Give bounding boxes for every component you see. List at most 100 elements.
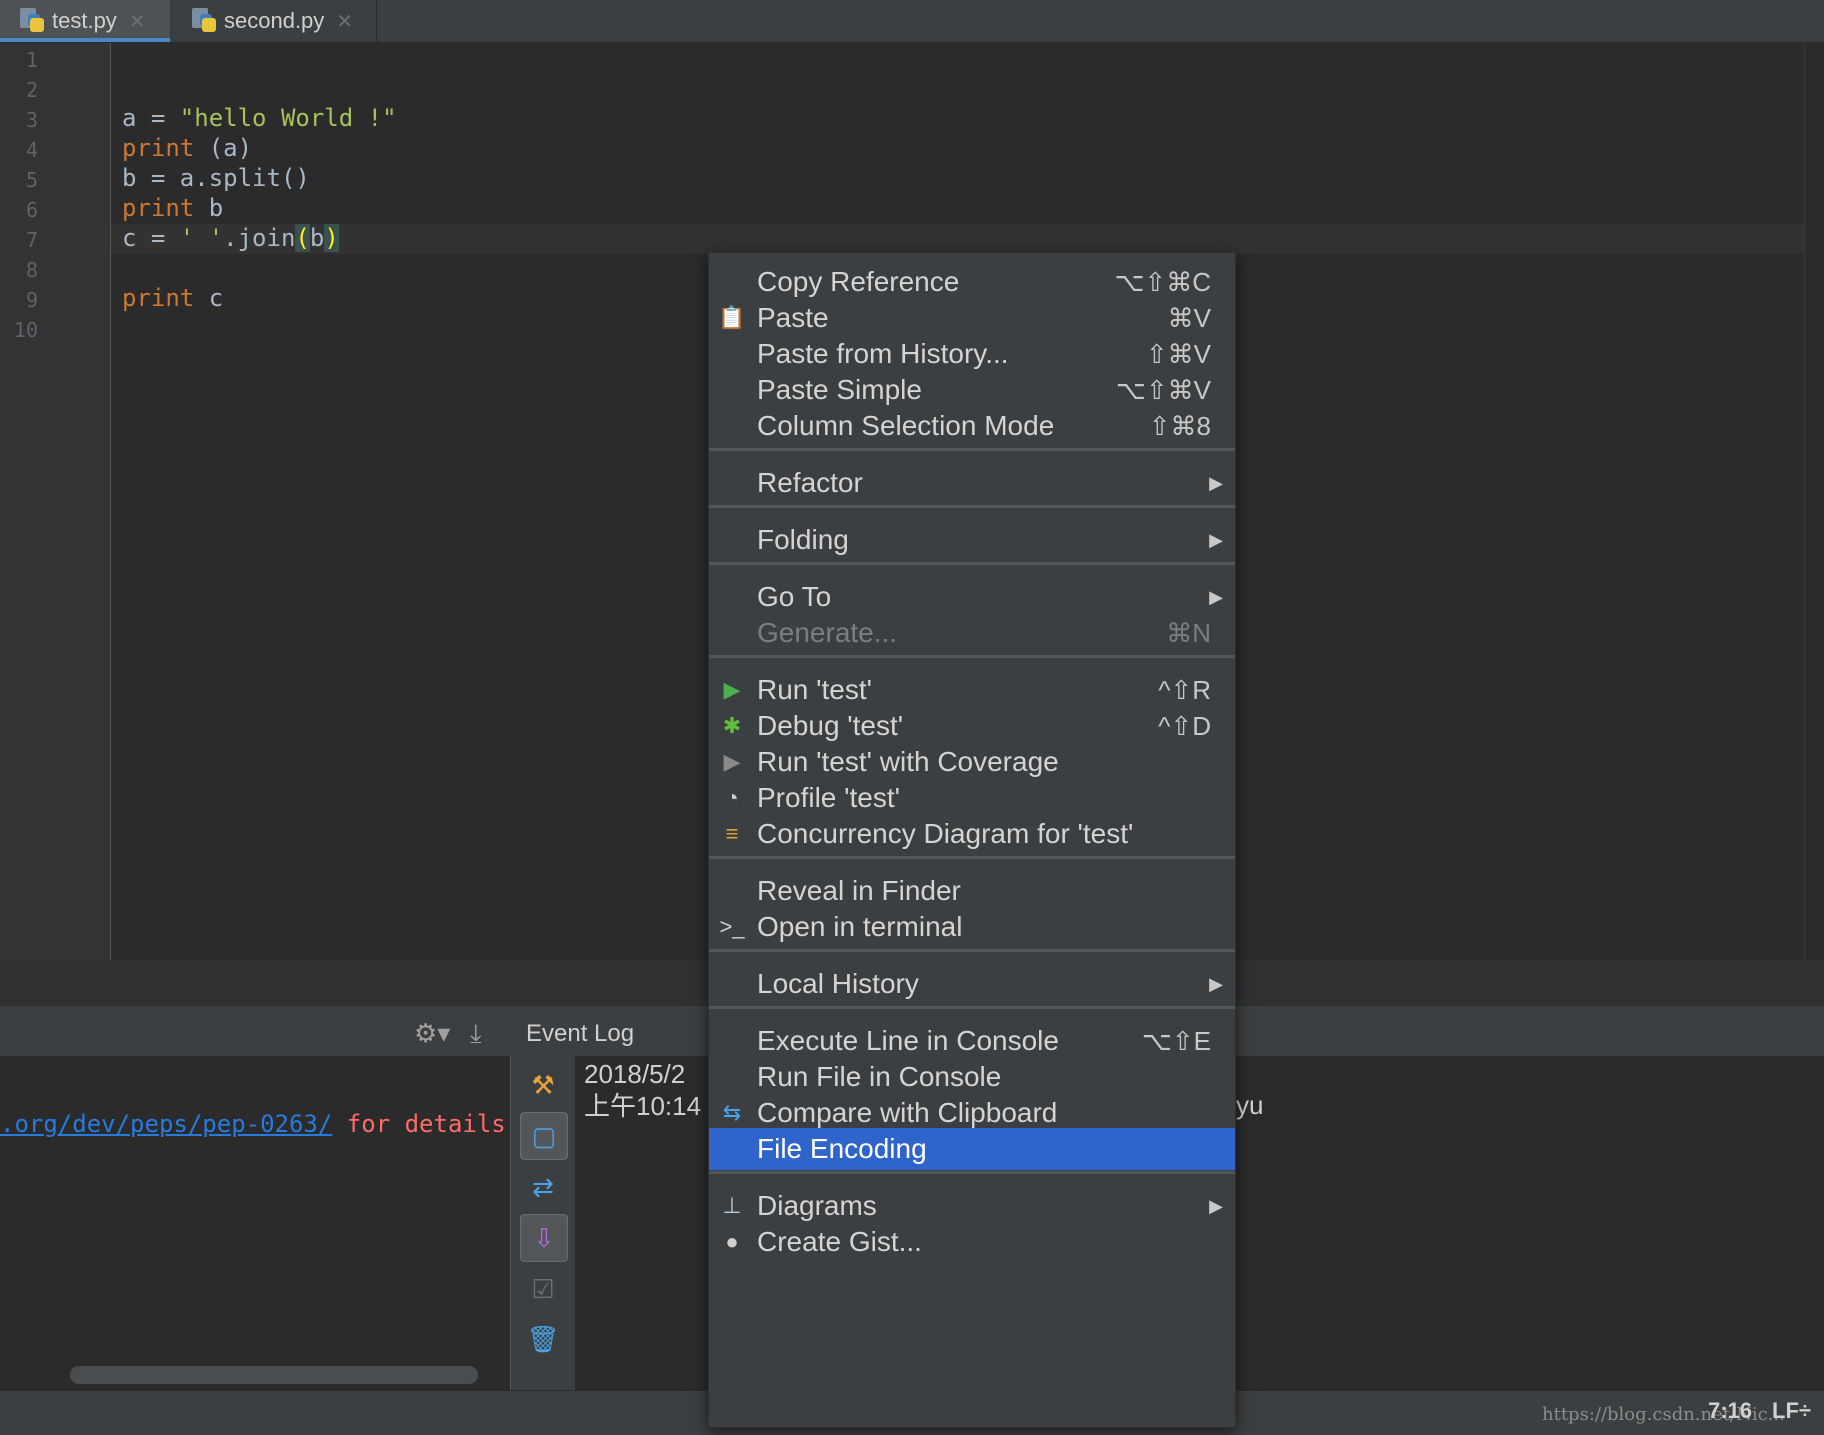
menu-item-label: Run 'test' with Coverage — [757, 746, 1059, 777]
menu-item-label: Column Selection Mode — [757, 410, 1055, 441]
code-line-6[interactable]: print b — [122, 194, 223, 222]
code-line-4[interactable]: print (a) — [122, 134, 252, 162]
menu-separator — [709, 856, 1235, 859]
menu-item-label: Open in terminal — [757, 911, 963, 942]
menu-item-label: File Encoding — [757, 1133, 927, 1164]
context-menu: Copy Reference ⌥⇧⌘C 📋 Paste ⌘V Paste from His… — [708, 252, 1236, 1428]
close-icon[interactable]: ✕ — [336, 9, 353, 34]
code-line-3[interactable]: a = "hello World !" — [122, 104, 397, 132]
python-file-icon — [20, 8, 46, 34]
close-icon[interactable]: ✕ — [129, 9, 146, 34]
line-separator[interactable]: LF÷ — [1772, 1398, 1811, 1424]
menu-item-shortcut: ⌥⇧E — [1141, 1025, 1211, 1056]
menu-item-local-history[interactable]: Local History ▶ — [709, 963, 1235, 1005]
coverage-icon: ▶ — [723, 749, 741, 774]
menu-separator — [709, 505, 1235, 508]
line-number: 6 — [25, 198, 38, 222]
menu-item-concurrency-diagram-for-test[interactable]: ≡ Concurrency Diagram for 'test' — [709, 813, 1235, 855]
mark-read-icon[interactable]: ☑ — [520, 1266, 566, 1312]
gear-icon[interactable]: ⚙▾ — [414, 1018, 450, 1049]
details-text: for details — [332, 1110, 506, 1138]
event-log-title: Event Log — [526, 1020, 635, 1047]
menu-item-label: Go To — [757, 581, 832, 612]
menu-item-file-encoding[interactable]: File Encoding — [709, 1128, 1235, 1170]
menu-item-shortcut: ⌘V — [1167, 302, 1211, 333]
menu-item-label: Generate... — [757, 617, 898, 648]
menu-item-label: Copy Reference — [757, 266, 960, 297]
vertical-scrollbar[interactable] — [1804, 43, 1824, 960]
scroll-to-end-icon[interactable]: ⇩ — [520, 1214, 568, 1262]
code-line-9[interactable]: print c — [122, 284, 223, 312]
menu-item-label: Reveal in Finder — [757, 875, 961, 906]
tab-label: second.py — [224, 8, 325, 33]
menu-separator — [709, 1006, 1235, 1009]
event-timestamp: 2018/5/2 上午10:14 — [584, 1058, 701, 1122]
menu-item-label: Debug 'test' — [757, 710, 904, 741]
menu-item-column-selection-mode[interactable]: Column Selection Mode ⇧⌘8 — [709, 405, 1235, 447]
event-date: 2018/5/2 — [584, 1059, 686, 1089]
menu-item-generate: Generate... ⌘N — [709, 612, 1235, 654]
menu-separator — [709, 949, 1235, 952]
python-file-icon — [192, 8, 218, 34]
paste-icon: 📋 — [718, 305, 746, 330]
menu-item-label: Paste — [757, 302, 829, 333]
concurrency-icon: ≡ — [725, 821, 739, 846]
menu-item-create-gist[interactable]: ● Create Gist... — [709, 1221, 1235, 1263]
debug-icon: ✱ — [722, 713, 742, 738]
event-time: 上午10:14 — [584, 1091, 702, 1121]
menu-item-label: Profile 'test' — [757, 782, 900, 813]
menu-item-shortcut: ^⇧R — [1158, 674, 1211, 705]
menu-item-label: Local History — [757, 968, 919, 999]
tab-label: test.py — [52, 8, 117, 33]
submenu-arrow-icon: ▶ — [1209, 1195, 1223, 1216]
submenu-arrow-icon: ▶ — [1209, 973, 1223, 994]
code-line-7[interactable]: c = ' '.join(b) — [122, 224, 339, 252]
editor-tab-bar: test.py ✕ second.py ✕ — [0, 0, 1824, 43]
menu-item-label: Diagrams — [757, 1190, 877, 1221]
menu-item-shortcut: ⇧⌘V — [1145, 338, 1211, 369]
trash-icon[interactable]: 🗑 — [520, 1316, 566, 1362]
terminal-icon: >_ — [719, 914, 745, 939]
diagram-icon: ⊥ — [722, 1193, 742, 1218]
line-number: 4 — [25, 138, 38, 162]
menu-item-folding[interactable]: Folding ▶ — [709, 519, 1235, 561]
menu-item-label: Run 'test' — [757, 674, 872, 705]
menu-item-shortcut: ⌥⇧⌘C — [1114, 266, 1211, 297]
tab-second-py[interactable]: second.py ✕ — [172, 0, 377, 42]
code-line-5[interactable]: b = a.split() — [122, 164, 310, 192]
menu-separator — [709, 1171, 1235, 1174]
run-icon: ▶ — [723, 677, 741, 702]
github-icon: ● — [725, 1229, 739, 1254]
menu-separator — [709, 448, 1235, 451]
menu-item-label: Paste from History... — [757, 338, 1009, 369]
line-number: 10 — [13, 318, 38, 342]
submenu-arrow-icon: ▶ — [1209, 472, 1223, 493]
balloon-icon[interactable]: ▢ — [520, 1112, 568, 1160]
menu-item-shortcut: ⌘N — [1166, 617, 1211, 648]
line-number: 8 — [25, 258, 38, 282]
profile-icon: ◔ — [725, 785, 739, 810]
caret-position[interactable]: 7:16 — [1708, 1398, 1752, 1424]
line-number: 7 — [25, 228, 38, 252]
line-number: 1 — [25, 48, 38, 72]
menu-item-open-in-terminal[interactable]: >_ Open in terminal — [709, 906, 1235, 948]
compare-icon: ⇆ — [722, 1100, 742, 1125]
menu-item-label: Create Gist... — [757, 1226, 922, 1257]
console-output: .org/dev/peps/pep-0263/ for details — [0, 1110, 506, 1138]
menu-item-shortcut: ^⇧D — [1158, 710, 1211, 741]
horizontal-scrollbar[interactable] — [70, 1366, 478, 1384]
tab-test-py[interactable]: test.py ✕ — [0, 0, 170, 42]
download-icon[interactable]: ⤓ — [470, 1018, 482, 1050]
submenu-arrow-icon: ▶ — [1209, 586, 1223, 607]
settings-wrench-icon[interactable]: ⚒ — [520, 1062, 566, 1108]
line-number: 5 — [25, 168, 38, 192]
menu-separator — [709, 655, 1235, 658]
pep-link[interactable]: .org/dev/peps/pep-0263/ — [0, 1110, 332, 1138]
soft-wrap-icon[interactable]: ⇄ — [520, 1164, 566, 1210]
line-number: 9 — [25, 288, 38, 312]
menu-item-label: Concurrency Diagram for 'test' — [757, 818, 1134, 849]
menu-item-shortcut: ⇧⌘8 — [1148, 410, 1211, 441]
menu-item-label: Folding — [757, 524, 849, 555]
menu-item-refactor[interactable]: Refactor ▶ — [709, 462, 1235, 504]
line-number: 2 — [25, 78, 38, 102]
